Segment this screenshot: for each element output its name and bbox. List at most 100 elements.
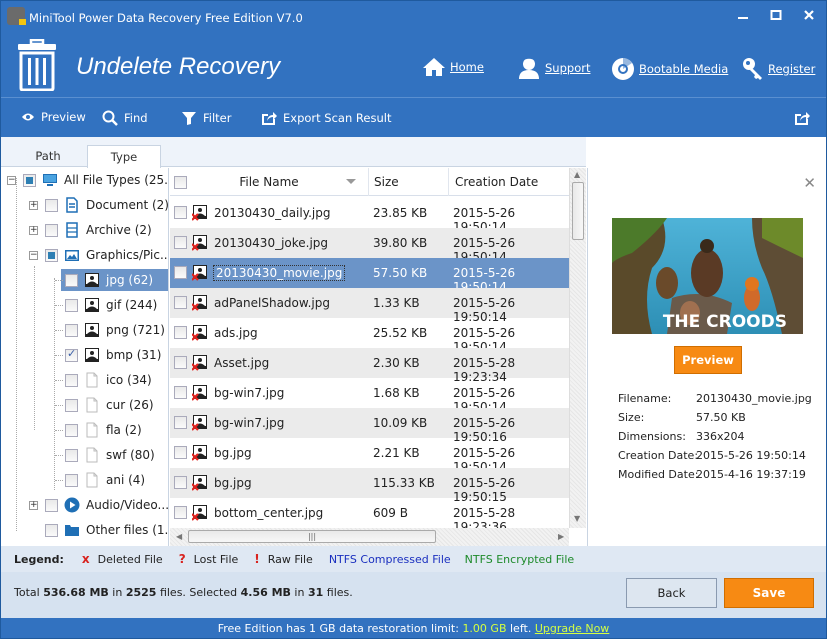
scroll-left-arrow[interactable]: ◀ xyxy=(176,532,182,541)
file-row[interactable]: 20130430_movie.jpg 57.50 KB 2015-5-26 19:5… xyxy=(170,258,569,294)
file-row-checkbox[interactable] xyxy=(174,446,187,459)
close-button[interactable] xyxy=(799,9,819,27)
tree-item[interactable]: jpg (62) xyxy=(61,269,168,291)
expand-icon[interactable]: + xyxy=(29,201,38,210)
tree-item[interactable]: ani (4) xyxy=(65,469,145,491)
file-row[interactable]: bg-win7.jpg 1.68 KB 2015-5-26 19:50:14 xyxy=(170,378,569,414)
tree-item-checkbox[interactable] xyxy=(65,373,78,387)
nav-register[interactable]: Register xyxy=(742,57,815,81)
file-row-checkbox[interactable] xyxy=(174,386,187,399)
nav-bootable-media[interactable]: Bootable Media xyxy=(611,57,728,81)
collapse-icon[interactable]: − xyxy=(29,251,38,260)
tree-item-checkbox[interactable] xyxy=(45,248,58,262)
tree-item-checkbox[interactable] xyxy=(65,398,78,412)
tree-item[interactable]: swf (80) xyxy=(65,444,155,466)
file-row[interactable]: bottom_center.jpg 609 B 2015-5-28 19:23:36 xyxy=(170,498,569,528)
scroll-down-arrow[interactable]: ▼ xyxy=(574,514,580,523)
tree-item-checkbox[interactable] xyxy=(45,498,58,512)
legend-ntfs-compressed-file: NTFS Compressed File xyxy=(329,553,451,566)
tree-item-checkbox[interactable] xyxy=(65,273,78,287)
file-row[interactable]: adPanelShadow.jpg 1.33 KB 2015-5-26 19:50:… xyxy=(170,288,569,324)
file-row[interactable]: 20130430_joke.jpg 39.80 KB 2015-5-26 19:50… xyxy=(170,228,569,264)
tree-item-checkbox[interactable] xyxy=(45,198,58,212)
tree-item[interactable]: Archive (2) xyxy=(45,219,152,241)
file-row[interactable]: bg.jpg 115.33 KB 2015-5-26 19:50:15 xyxy=(170,468,569,504)
maximize-button[interactable] xyxy=(766,9,786,27)
file-row[interactable]: bg-win7.jpg 10.09 KB 2015-5-26 19:50:16 xyxy=(170,408,569,444)
tree-item[interactable]: gif (244) xyxy=(65,294,157,316)
tree-item-checkbox[interactable] xyxy=(45,523,58,537)
back-button[interactable]: Back xyxy=(626,578,717,608)
tree-guide-line xyxy=(55,405,63,406)
horizontal-scrollbar[interactable]: ◀ ||| ▶ xyxy=(170,528,569,546)
file-row-checkbox[interactable] xyxy=(174,206,187,219)
tree-item-checkbox[interactable] xyxy=(65,298,78,312)
file-row-checkbox[interactable] xyxy=(174,506,187,519)
tab-type[interactable]: Type xyxy=(87,145,161,168)
file-row-checkbox[interactable] xyxy=(174,236,187,249)
tree-item-checkbox[interactable] xyxy=(23,173,36,187)
scroll-right-arrow[interactable]: ▶ xyxy=(558,532,564,541)
upgrade-now-link[interactable]: Upgrade Now xyxy=(535,622,609,635)
tree-item[interactable]: png (721) xyxy=(65,319,165,341)
tab-path[interactable]: Path xyxy=(13,145,83,167)
minimize-button[interactable] xyxy=(733,9,753,27)
tree-item-checkbox[interactable] xyxy=(65,347,78,362)
close-preview-icon[interactable]: ✕ xyxy=(803,174,816,192)
vertical-scroll-thumb[interactable] xyxy=(572,182,584,240)
vertical-scrollbar[interactable]: ▲ ▼ xyxy=(569,168,586,528)
column-size[interactable]: Size xyxy=(369,168,449,196)
computer-icon xyxy=(36,172,64,188)
tree-item-checkbox[interactable] xyxy=(45,223,58,237)
nav-home[interactable]: Home xyxy=(422,57,484,77)
horizontal-scroll-thumb[interactable]: ||| xyxy=(188,530,436,543)
export-scan-result-button[interactable]: Export Scan Result xyxy=(261,110,391,126)
tree-item-checkbox[interactable] xyxy=(65,423,78,437)
column-creation-date[interactable]: Creation Date xyxy=(449,168,569,196)
filter-button[interactable]: Filter xyxy=(181,110,231,126)
column-file-name[interactable]: File Name xyxy=(170,168,369,196)
nav-support[interactable]: Support xyxy=(517,57,590,79)
lost-file-mark-icon: ? xyxy=(178,552,186,566)
file-row[interactable]: 20130430_daily.jpg 23.85 KB 2015-5-26 19:5… xyxy=(170,198,569,234)
tree-item[interactable]: fla (2) xyxy=(65,419,142,441)
scroll-up-arrow[interactable]: ▲ xyxy=(574,170,580,179)
tree-item[interactable]: bmp (31) xyxy=(65,344,161,366)
tree-item-checkbox[interactable] xyxy=(65,323,78,337)
deleted-image-file-icon xyxy=(191,234,208,251)
tree-item-checkbox[interactable] xyxy=(65,448,78,462)
find-label: Find xyxy=(124,111,148,125)
tree-item[interactable]: All File Types (25... xyxy=(23,169,168,191)
tree-item[interactable]: Other files (1... xyxy=(45,519,168,541)
tree-item[interactable]: Audio/Video... xyxy=(45,494,168,516)
tree-item-checkbox[interactable] xyxy=(65,473,78,487)
expand-icon[interactable]: + xyxy=(29,226,38,235)
file-row[interactable]: ads.jpg 25.52 KB 2015-5-26 19:50:14 xyxy=(170,318,569,354)
support-icon xyxy=(519,57,539,79)
file-row-checkbox[interactable] xyxy=(174,416,187,429)
file-row-checkbox[interactable] xyxy=(174,326,187,339)
expand-icon[interactable]: + xyxy=(29,501,38,510)
tree-item[interactable]: cur (26) xyxy=(65,394,154,416)
tree-item[interactable]: Graphics/Pic... xyxy=(45,244,168,266)
collapse-icon[interactable]: − xyxy=(7,176,16,185)
share-button[interactable] xyxy=(794,110,816,126)
file-row-checkbox[interactable] xyxy=(174,476,187,489)
legend-lost-file: ? Lost File xyxy=(179,552,239,566)
file-row-checkbox[interactable] xyxy=(174,266,187,279)
tree-item[interactable]: ico (34) xyxy=(65,369,152,391)
select-all-checkbox[interactable] xyxy=(174,176,187,189)
save-button[interactable]: Save xyxy=(724,578,814,608)
find-button[interactable]: Find xyxy=(102,110,148,126)
file-row-checkbox[interactable] xyxy=(174,356,187,369)
preview-button[interactable]: Preview xyxy=(674,346,742,374)
tree-item[interactable]: Document (2) xyxy=(45,194,168,216)
file-row[interactable]: bg.jpg 2.21 KB 2015-5-26 19:50:14 xyxy=(170,438,569,474)
file-row[interactable]: Asset.jpg 2.30 KB 2015-5-28 19:23:34 xyxy=(170,348,569,384)
deleted-image-file-icon xyxy=(191,204,208,221)
file-row-checkbox[interactable] xyxy=(174,296,187,309)
deleted-image-file-icon xyxy=(191,324,208,341)
play-icon xyxy=(58,497,86,513)
preview-toolbar-button[interactable]: Preview xyxy=(21,110,86,124)
main-area: Path Type − All File Types (25... + Documen… xyxy=(1,137,826,546)
